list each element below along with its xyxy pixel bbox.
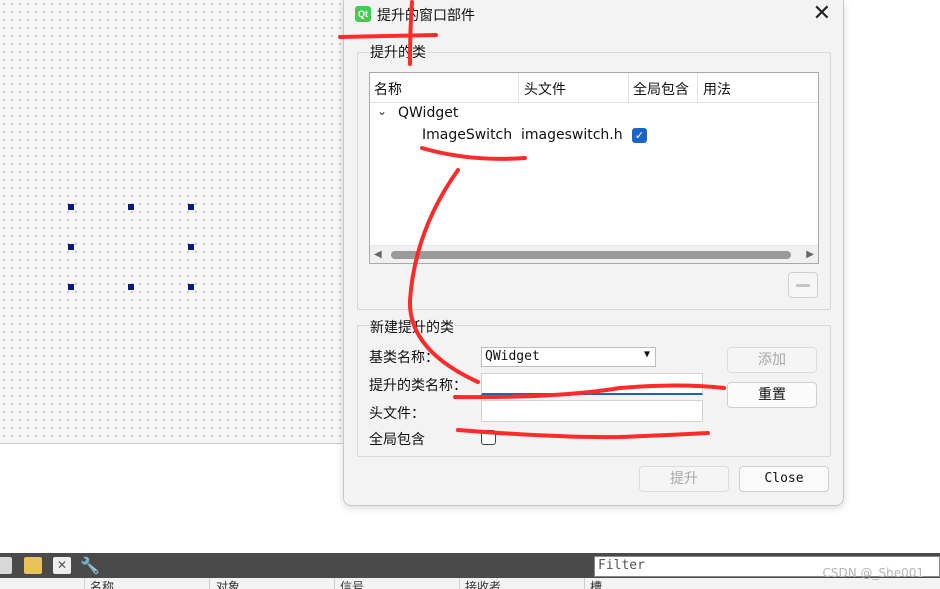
column-header[interactable]: 槽 (590, 579, 602, 589)
promoted-classes-title: 提升的类 (369, 42, 427, 62)
column-header[interactable]: 对象 (216, 579, 240, 589)
selection-handle[interactable] (128, 284, 134, 290)
dropdown-arrow-icon: ▼ (643, 349, 650, 360)
column-header-global-include[interactable]: 全局包含 (633, 79, 689, 99)
dialog-titlebar: Qt 提升的窗口部件 ✕ (344, 0, 843, 30)
header-file-label: 头文件： (369, 406, 425, 422)
connections-header: 名称 对象 信号 接收者 槽 (0, 578, 940, 589)
paste-icon[interactable] (24, 557, 42, 574)
column-header-header-file[interactable]: 头文件 (524, 79, 566, 99)
app-root: Qt 提升的窗口部件 ✕ 提升的类 名称 头文件 全局包含 用法 ⌄ QWidg… (0, 0, 940, 589)
promoted-class-name-label: 提升的类名称： (369, 378, 467, 394)
selection-handle[interactable] (188, 204, 194, 210)
selection-handle[interactable] (188, 284, 194, 290)
header-file-input[interactable] (481, 400, 703, 422)
watermark: CSDN @_She001 (822, 566, 924, 580)
promoted-widgets-dialog: Qt 提升的窗口部件 ✕ 提升的类 名称 头文件 全局包含 用法 ⌄ QWidg… (343, 0, 844, 506)
base-class-label: 基类名称： (369, 350, 439, 366)
scroll-left-icon[interactable]: ◀ (374, 249, 382, 260)
promoted-class-name-input[interactable] (481, 373, 703, 395)
remove-button[interactable] (788, 272, 818, 298)
selection-handle[interactable] (68, 244, 74, 250)
reset-button[interactable]: 重置 (727, 382, 817, 408)
horizontal-scrollbar[interactable]: ◀ ▶ (370, 245, 818, 263)
tree-parent-item[interactable]: QWidget (398, 105, 458, 121)
selection-handle[interactable] (68, 284, 74, 290)
column-header-name[interactable]: 名称 (374, 79, 402, 99)
new-promoted-class-title: 新建提升的类 (369, 317, 455, 337)
wrench-icon[interactable]: 🔧 (80, 557, 100, 574)
close-icon[interactable]: ✕ (813, 2, 831, 26)
minus-icon (796, 284, 810, 287)
base-class-value: QWidget (485, 349, 540, 364)
global-include-label: 全局包含 (369, 432, 425, 448)
scroll-right-icon[interactable]: ▶ (806, 249, 814, 260)
tree-child-header[interactable]: imageswitch.h (521, 127, 623, 143)
promoted-classes-tree[interactable]: 名称 头文件 全局包含 用法 ⌄ QWidget ImageSwitch ima… (369, 72, 819, 264)
close-button[interactable]: Close (739, 466, 829, 492)
global-include-checkbox-checked[interactable]: ✓ (632, 128, 647, 143)
global-include-checkbox[interactable] (481, 430, 496, 445)
selection-handle[interactable] (68, 204, 74, 210)
chevron-down-icon[interactable]: ⌄ (377, 104, 387, 118)
scrollbar-thumb[interactable] (391, 251, 791, 259)
column-header[interactable]: 接收者 (465, 579, 501, 589)
delete-icon[interactable]: ✕ (53, 557, 71, 574)
base-class-combo[interactable]: QWidget ▼ (481, 347, 656, 367)
tree-child-name[interactable]: ImageSwitch (422, 127, 512, 143)
qt-logo-icon: Qt (355, 6, 371, 22)
promote-button[interactable]: 提升 (639, 466, 729, 492)
copy-icon[interactable] (0, 557, 12, 574)
designer-canvas[interactable] (0, 0, 343, 444)
column-header-usage[interactable]: 用法 (703, 79, 731, 99)
add-button[interactable]: 添加 (727, 347, 817, 373)
column-header[interactable]: 名称 (90, 579, 114, 589)
selection-handle[interactable] (128, 204, 134, 210)
dialog-title: 提升的窗口部件 (377, 8, 475, 24)
column-header[interactable]: 信号 (340, 579, 364, 589)
tree-header: 名称 头文件 全局包含 用法 (370, 73, 818, 103)
selection-handle[interactable] (188, 244, 194, 250)
